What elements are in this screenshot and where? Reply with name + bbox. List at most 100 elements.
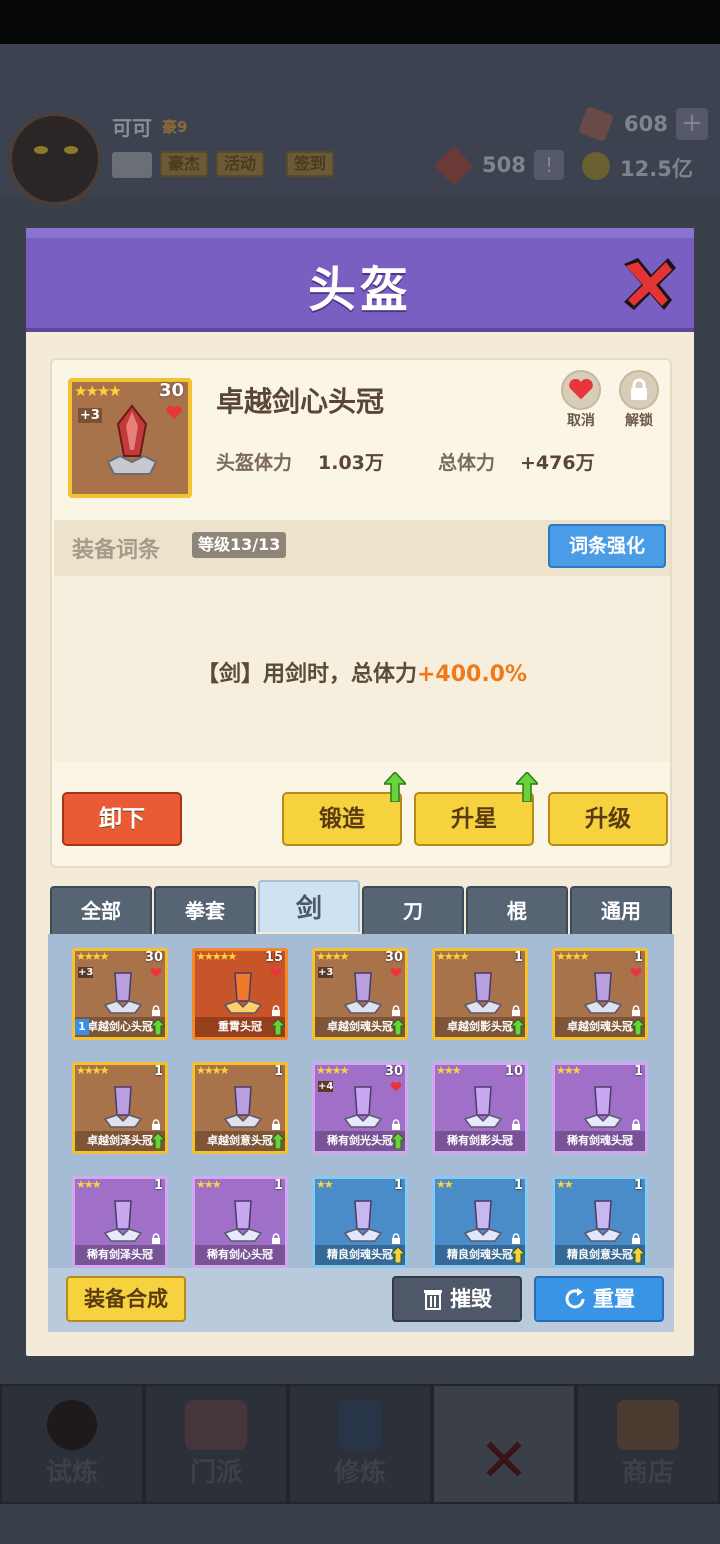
upgrade-arrow-icon (511, 1019, 525, 1035)
lock-icon (631, 378, 647, 400)
checkin-button[interactable]: 签到 (286, 151, 335, 177)
slot-level: 1 (273, 1178, 283, 1193)
slot-stars: ★★★★ (316, 1064, 349, 1077)
upgrade-arrow-icon (511, 1247, 525, 1263)
equipment-slot[interactable]: ★★★ 10 稀有剑影头冠 (432, 1062, 528, 1154)
cancel-favorite-button[interactable]: 取消 (558, 370, 604, 430)
nav-sect[interactable]: 门派 (144, 1384, 288, 1504)
slot-level: 1 (393, 1178, 403, 1193)
equipment-slot[interactable]: ★★ 1 精良剑意头冠 (552, 1176, 648, 1268)
unlock-button[interactable]: 解锁 (616, 370, 662, 430)
equipment-slot[interactable]: ★★★★ 30 +3 卓越剑心头冠 1 (72, 948, 168, 1040)
slot-stars: ★★★★ (196, 1064, 229, 1077)
selected-item-slot[interactable]: ★★★★ 30 +3 (68, 378, 192, 498)
lock-icon (512, 1005, 520, 1016)
star-up-button[interactable]: 升星 (414, 772, 538, 846)
nav-equipment[interactable]: ✕ (432, 1384, 576, 1504)
add-gems-button[interactable]: + (676, 108, 708, 140)
helmet-icon (583, 972, 623, 1014)
reset-button[interactable]: 重置 (534, 1276, 664, 1322)
slot-level: 10 (504, 1064, 523, 1079)
equipment-slot[interactable]: ★★★★★ 15 重霄头冠 (192, 948, 288, 1040)
helmet-icon (103, 1086, 143, 1128)
nav-trial[interactable]: 试炼 (0, 1384, 144, 1504)
nav-cultivate-label: 修炼 (333, 1458, 386, 1488)
enhance-attributes-button[interactable]: 词条强化 (548, 524, 666, 568)
helmet-icon (583, 1086, 623, 1128)
nav-shop-label: 商店 (621, 1458, 674, 1488)
lock-icon (152, 1233, 160, 1244)
upgrade-button[interactable]: 升级 (548, 792, 668, 846)
tab-gloves[interactable]: 拳套 (154, 886, 256, 936)
equipment-slot[interactable]: ★★ 1 精良剑魂头冠 (312, 1176, 408, 1268)
equipment-slot[interactable]: ★★★ 1 稀有剑魂头冠 (552, 1062, 648, 1154)
lock-icon (632, 1119, 640, 1130)
slot-plus: +3 (318, 967, 334, 978)
gem-count: 608 (624, 112, 668, 136)
helmet-icon (223, 1086, 263, 1128)
equipment-slot[interactable]: ★★★★ 1 卓越剑泽头冠 (72, 1062, 168, 1154)
slot-stars: ★★★ (196, 1178, 222, 1191)
trash-icon (424, 1290, 442, 1310)
slot-level: 1 (153, 1178, 163, 1193)
slot-level: 1 (513, 950, 523, 965)
attributes-header: 装备词条 等级13/13 词条强化 (54, 520, 670, 576)
equipment-slot[interactable]: ★★★ 1 稀有剑泽头冠 (72, 1176, 168, 1268)
player-name: 可可 (112, 116, 152, 140)
upgrade-arrow-icon (631, 1247, 645, 1263)
slot-stars: ★★ (436, 1178, 454, 1191)
helmet-icon (463, 1086, 503, 1128)
slot-level: 30 (384, 950, 403, 965)
unequip-button[interactable]: 卸下 (62, 792, 182, 846)
nav-shop[interactable]: 商店 (576, 1384, 720, 1504)
hero-button[interactable]: 豪杰 (160, 151, 209, 177)
synthesize-button[interactable]: 装备合成 (66, 1276, 186, 1322)
equipment-slot[interactable]: ★★★★ 1 卓越剑意头冠 (192, 1062, 288, 1154)
equipment-slot[interactable]: ★★★★ 1 卓越剑影头冠 (432, 948, 528, 1040)
crossed-swords-icon: ✕ (478, 1426, 530, 1496)
book-icon (338, 1400, 382, 1450)
slot-level: 1 (633, 1178, 643, 1193)
gold-count: 12.5亿 (620, 157, 693, 181)
attributes-body: 【剑】用剑时，总体力+400.0% (54, 576, 670, 762)
upgrade-arrow-icon (384, 772, 406, 802)
alert-icon[interactable]: ! (534, 150, 564, 180)
attributes-title: 装备词条 (72, 538, 161, 563)
tab-general[interactable]: 通用 (570, 886, 672, 936)
forge-button[interactable]: 锻造 (282, 772, 406, 846)
mail-icon[interactable] (112, 152, 152, 178)
close-button[interactable] (616, 252, 680, 316)
equipment-slot[interactable]: ★★ 1 精良剑魂头冠 (432, 1176, 528, 1268)
slot-name: 稀有剑心头冠 (195, 1245, 285, 1265)
helmet-icon (223, 972, 263, 1014)
lock-icon (272, 1005, 280, 1016)
slot-stars: ★★★★ (76, 1064, 109, 1077)
player-avatar[interactable] (8, 112, 102, 206)
helmet-icon (223, 1200, 263, 1242)
equipment-slot[interactable]: ★★★★ 30 +3 卓越剑魂头冠 (312, 948, 408, 1040)
activity-button[interactable]: 活动 (216, 151, 265, 177)
equipment-slot[interactable]: ★★★★ 30 +4 稀有剑光头冠 (312, 1062, 408, 1154)
tab-blade[interactable]: 刀 (362, 886, 464, 936)
destroy-button[interactable]: 摧毁 (392, 1276, 522, 1322)
slot-stars: ★★★★★ (196, 950, 237, 963)
equipment-slot[interactable]: ★★★ 1 稀有剑心头冠 (192, 1176, 288, 1268)
nav-cultivate[interactable]: 修炼 (288, 1384, 432, 1504)
slot-stars: ★★★★ (556, 950, 589, 963)
helmet-icon (103, 1200, 143, 1242)
slot-level: 30 (144, 950, 163, 965)
tab-staff[interactable]: 棍 (466, 886, 568, 936)
helmet-icon (343, 972, 383, 1014)
slot-name: 稀有剑泽头冠 (75, 1245, 165, 1265)
tab-all[interactable]: 全部 (50, 886, 152, 936)
slot-stars: ★★ (556, 1178, 574, 1191)
cancel-label: 取消 (567, 413, 595, 429)
slot-level: 1 (633, 950, 643, 965)
category-tabs: 全部 拳套 剑 刀 棍 通用 (50, 880, 672, 936)
equipment-slot[interactable]: ★★★★ 1 卓越剑魂头冠 (552, 948, 648, 1040)
tab-sword[interactable]: 剑 (258, 880, 360, 932)
item-info-card: ★★★★ 30 +3 卓越剑心头冠 头盔体力 1.03万 总体力 +476万 取… (50, 358, 672, 868)
item-level: 30 (158, 380, 184, 401)
upgrade-arrow-icon (151, 1133, 165, 1149)
vip-badge: 豪9 (162, 118, 188, 136)
